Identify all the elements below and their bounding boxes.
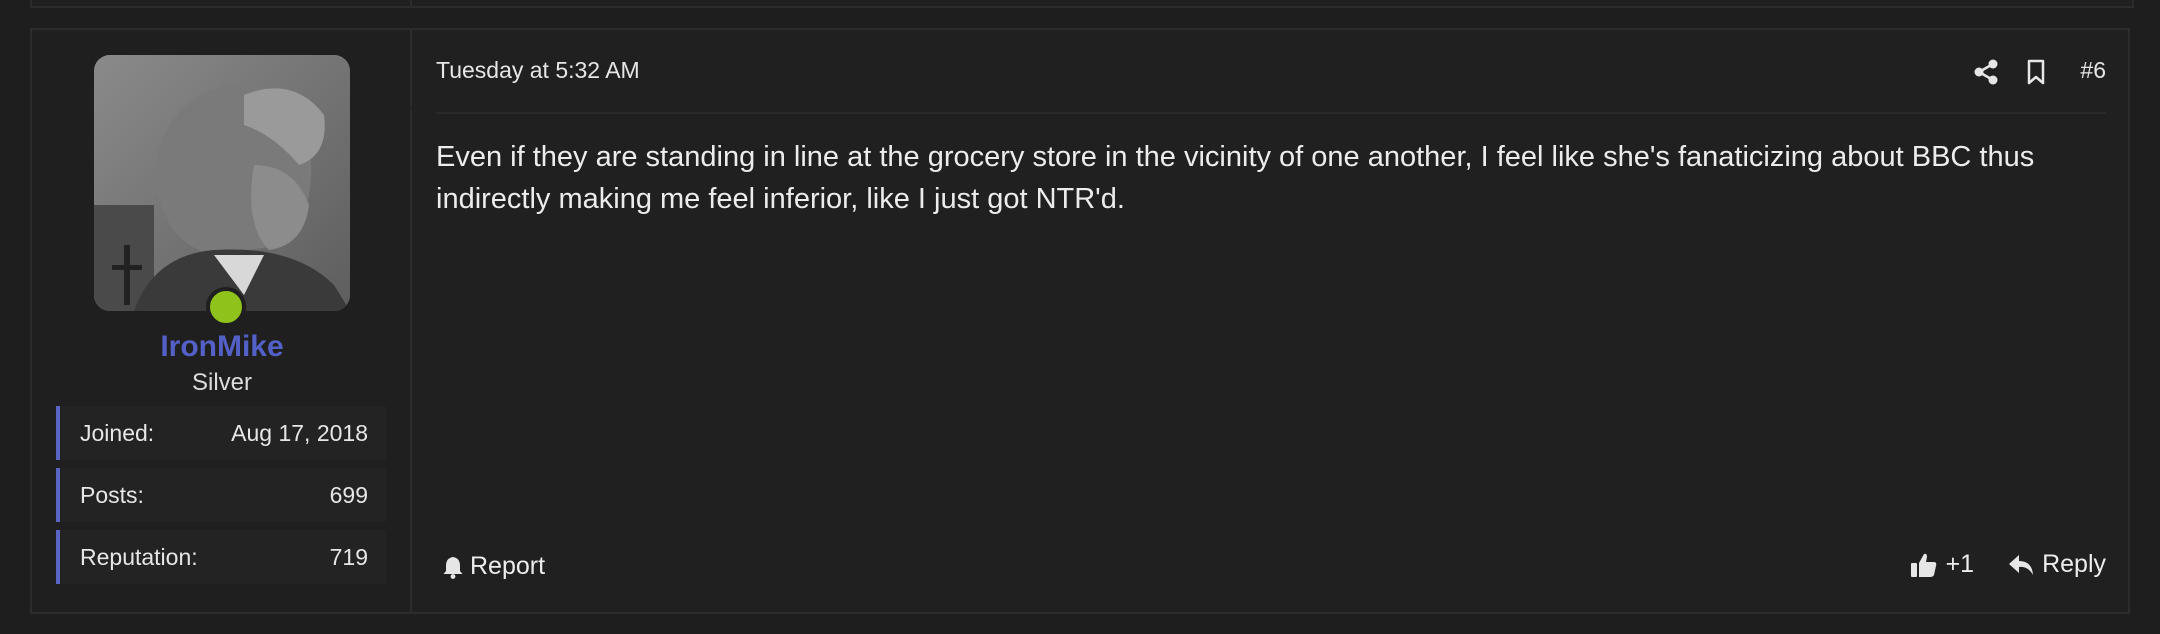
previous-post-edge <box>30 0 2134 8</box>
user-rank-title: Silver <box>191 369 252 396</box>
report-label: Report <box>470 552 546 580</box>
bell-icon <box>442 555 464 579</box>
reply-label: Reply <box>2042 550 2106 578</box>
thumbs-up-icon <box>1910 551 1938 579</box>
stat-value: 719 <box>329 544 368 570</box>
stat-joined: Joined: Aug 17, 2018 <box>56 406 386 460</box>
like-button[interactable]: +1 <box>1910 550 1975 579</box>
user-info-panel: IronMike Silver Joined: Aug 17, 2018 Pos… <box>32 30 412 612</box>
stat-posts: Posts: 699 <box>56 468 386 522</box>
stat-value: Aug 17, 2018 <box>231 420 368 446</box>
report-button[interactable]: Report <box>442 552 545 581</box>
header-divider <box>436 112 2106 114</box>
post-timestamp[interactable]: Tuesday at 5:32 AM <box>436 57 640 84</box>
avatar-image <box>94 55 350 311</box>
stat-reputation: Reputation: 719 <box>56 530 386 584</box>
post-body: Even if they are standing in line at the… <box>436 141 2035 215</box>
forum-post: IronMike Silver Joined: Aug 17, 2018 Pos… <box>30 28 2130 614</box>
username-link[interactable]: IronMike <box>32 330 412 364</box>
stat-label: Joined: <box>80 420 155 446</box>
stat-value[interactable]: 699 <box>330 482 368 509</box>
like-count: +1 <box>1945 550 1975 578</box>
post-number-link[interactable]: #6 <box>2080 57 2106 84</box>
online-status-indicator <box>206 287 246 327</box>
share-icon[interactable] <box>1972 58 2000 86</box>
previous-post-divider <box>410 0 412 6</box>
avatar[interactable] <box>94 55 350 311</box>
post-footer-actions: +1 Reply <box>1910 550 2106 579</box>
bookmark-icon[interactable] <box>2022 58 2050 86</box>
post-content: Tuesday at 5:32 AM #6 Even if they are s… <box>412 30 2128 612</box>
reply-arrow-icon <box>2008 553 2034 577</box>
reply-button[interactable]: Reply <box>2008 550 2106 579</box>
stat-label: Posts: <box>80 482 144 508</box>
stat-label: Reputation: <box>80 544 198 570</box>
